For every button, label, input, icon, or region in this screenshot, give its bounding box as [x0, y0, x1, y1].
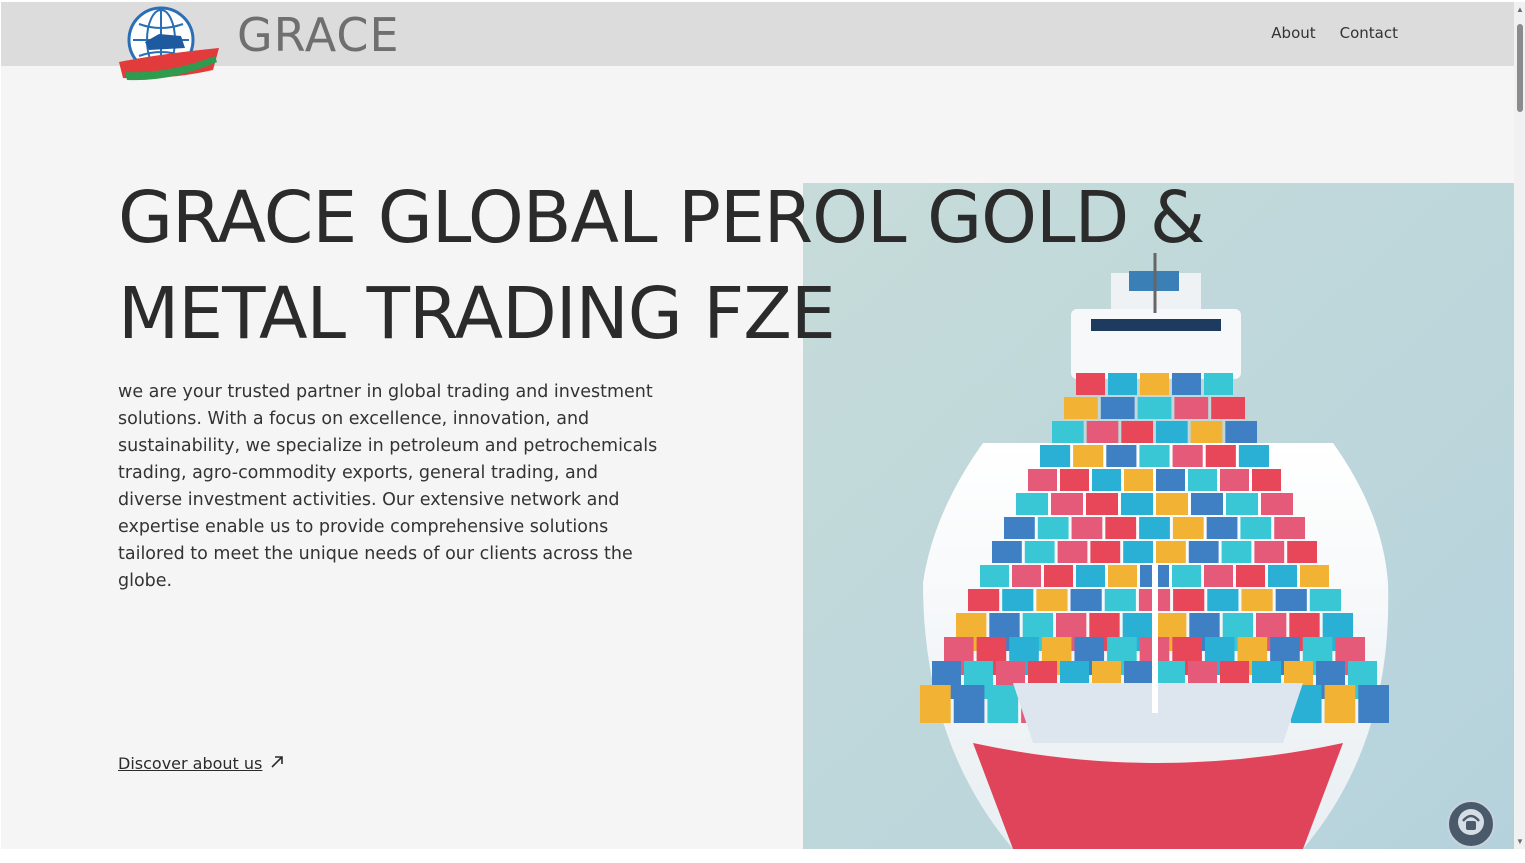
hero-title-line2: METAL TRADING FZE	[118, 272, 836, 355]
scroll-up-icon[interactable]: ▲	[1516, 6, 1524, 14]
arrow-up-right-icon	[270, 754, 284, 773]
page: GRACE About Contact GRACE GLOBAL PEROL G…	[1, 2, 1514, 849]
vertical-scrollbar[interactable]: ▲ ▼	[1514, 2, 1525, 849]
discover-label: Discover about us	[118, 754, 263, 773]
brand-name[interactable]: GRACE	[237, 8, 400, 62]
hero-description: we are your trusted partner in global tr…	[118, 382, 658, 591]
site-header: GRACE About Contact	[1, 2, 1514, 81]
support-chat-icon	[1456, 807, 1486, 842]
nav-contact-link[interactable]: Contact	[1340, 24, 1398, 42]
scroll-down-icon[interactable]: ▼	[1516, 838, 1524, 846]
support-chat-button[interactable]	[1447, 800, 1495, 848]
grace-logo[interactable]	[119, 4, 223, 82]
main-nav: About Contact	[1271, 24, 1398, 42]
discover-about-link[interactable]: Discover about us	[118, 754, 284, 773]
hero-title: GRACE GLOBAL PEROL GOLD & METAL TRADING …	[118, 170, 1318, 362]
scrollbar-thumb[interactable]	[1517, 24, 1523, 112]
hero-title-line1: GRACE GLOBAL PEROL GOLD &	[118, 176, 1205, 259]
nav-about-link[interactable]: About	[1271, 24, 1315, 42]
